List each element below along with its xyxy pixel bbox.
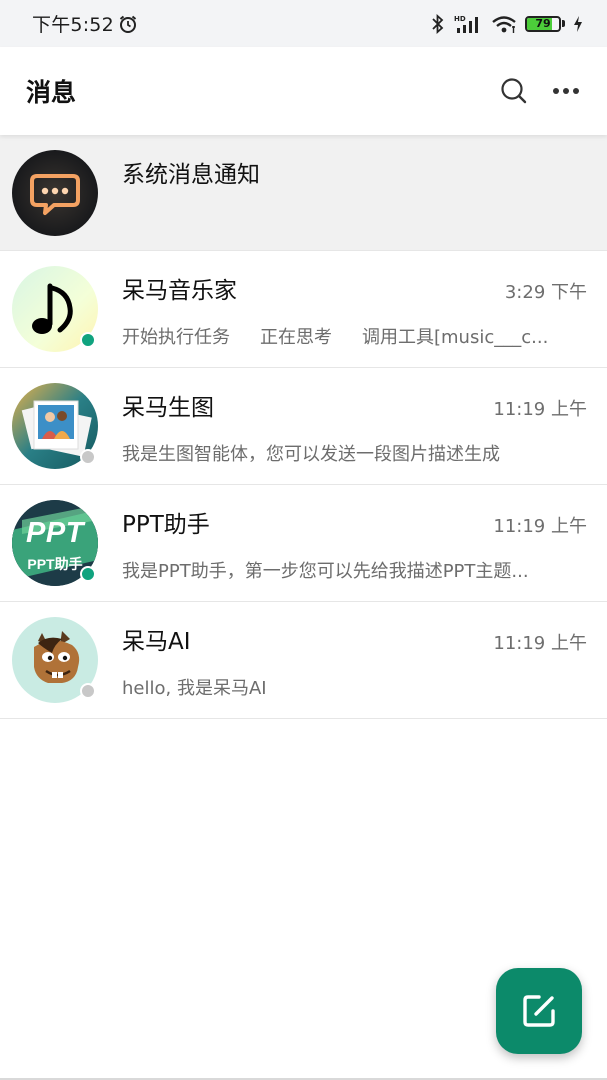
conversation-item-system[interactable]: 系统消息通知 — [0, 135, 607, 251]
conversation-name: 系统消息通知 — [122, 162, 260, 188]
conversation-name: 呆马音乐家 — [122, 278, 237, 304]
conversation-name: PPT助手 — [122, 512, 210, 538]
conversation-item-music[interactable]: 呆马音乐家 3:29 下午 开始执行任务 正在思考 调用工具[music___c..… — [0, 251, 607, 368]
alarm-icon — [119, 15, 137, 33]
compose-button[interactable] — [496, 968, 582, 1054]
preview-segment: 正在思考 — [260, 327, 332, 348]
online-status-dot — [80, 566, 96, 582]
preview-segment: 调用工具[music___c... — [362, 327, 549, 348]
conversation-list: 系统消息通知 呆马音乐家 3:29 下午 开始执行任务 正在思考 调用工具[mu… — [0, 135, 607, 719]
preview-segment: 开始执行任务 — [122, 327, 230, 348]
search-button[interactable] — [499, 76, 529, 106]
svg-text:HD: HD — [454, 15, 466, 23]
app-header: 消息 — [0, 47, 607, 135]
conversation-name: 呆马AI — [122, 629, 191, 655]
bluetooth-icon — [432, 13, 444, 34]
online-status-dot — [80, 332, 96, 348]
conversation-preview: hello, 我是呆马AI — [122, 678, 267, 699]
hd-signal-icon: HD — [454, 15, 478, 33]
conversation-preview: 我是生图智能体，您可以发送一段图片描述生成 — [122, 444, 500, 465]
ppt-avatar-title: PPT — [26, 517, 84, 549]
conversation-time: 3:29 下午 — [504, 282, 587, 303]
conversation-preview: 开始执行任务 正在思考 调用工具[music___c... — [122, 323, 584, 349]
charging-icon — [574, 15, 582, 32]
status-bar: 下午5:52 HD 79 — [0, 0, 607, 47]
conversation-time: 11:19 上午 — [493, 633, 587, 654]
battery-icon: 79 — [525, 15, 565, 32]
status-time: 下午5:52 — [32, 14, 114, 36]
conversation-item-ppt[interactable]: PPT PPT助手 PPT助手 11:19 上午 我是PPT助手，第一步您可以先… — [0, 485, 607, 602]
battery-level: 79 — [535, 17, 551, 30]
wifi-icon — [492, 15, 516, 33]
offline-status-dot — [80, 683, 96, 699]
conversation-name: 呆马生图 — [122, 395, 214, 421]
conversation-item-image-gen[interactable]: 呆马生图 11:19 上午 我是生图智能体，您可以发送一段图片描述生成 — [0, 368, 607, 485]
conversation-item-ai[interactable]: 呆马AI 11:19 上午 hello, 我是呆马AI — [0, 602, 607, 719]
compose-icon — [523, 995, 555, 1027]
more-button[interactable] — [551, 76, 581, 106]
offline-status-dot — [80, 449, 96, 465]
search-icon — [501, 78, 527, 104]
more-icon — [553, 88, 579, 94]
status-icons: HD 79 — [431, 13, 583, 34]
conversation-time: 11:19 上午 — [493, 516, 587, 537]
page-title: 消息 — [26, 78, 77, 107]
conversation-preview: 我是PPT助手，第一步您可以先给我描述PPT主题... — [122, 561, 529, 582]
chat-bubble-avatar — [12, 150, 98, 236]
conversation-time: 11:19 上午 — [493, 399, 587, 420]
